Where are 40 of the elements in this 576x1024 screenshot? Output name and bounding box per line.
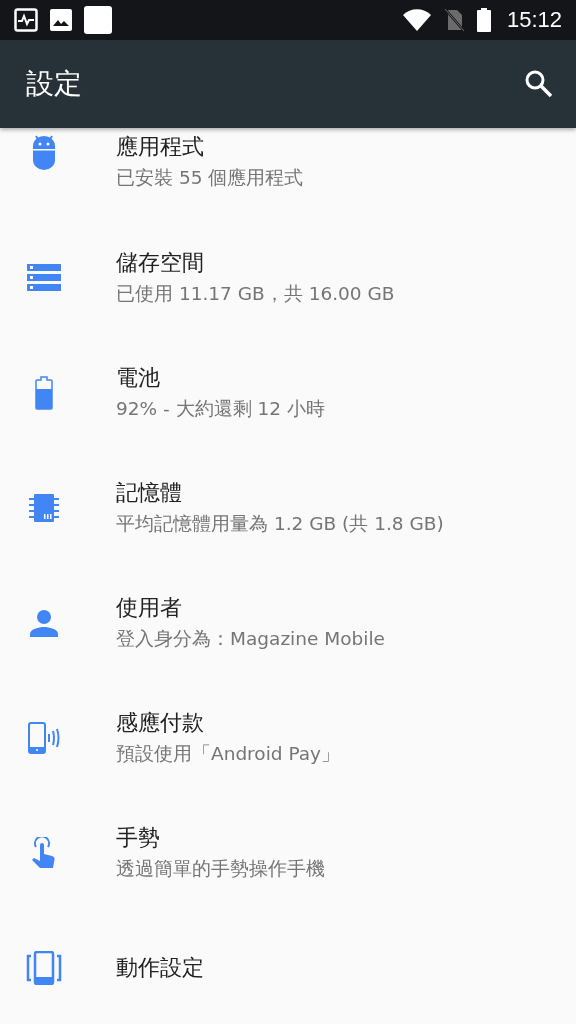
item-summary: 登入身分為：Magazine Mobile: [116, 626, 385, 651]
item-summary: 已使用 11.17 GB，共 16.00 GB: [116, 281, 395, 306]
person-icon: [30, 608, 58, 637]
item-title: 記憶體: [116, 479, 183, 506]
item-title: 感應付款: [116, 709, 205, 736]
item-summary: 已安裝 55 個應用程式: [116, 166, 304, 190]
settings-item[interactable]: 使用者 登入身分為：Magazine Mobile: [0, 565, 576, 680]
settings-item[interactable]: 記憶體 平均記憶體用量為 1.2 GB (共 1.8 GB): [0, 450, 576, 565]
android-icon: [30, 134, 58, 170]
pulse-icon: [14, 8, 38, 32]
settings-item[interactable]: 儲存空間 已使用 11.17 GB，共 16.00 GB: [0, 220, 576, 335]
item-title: 手勢: [116, 824, 161, 851]
item-title: 動作設定: [116, 954, 204, 981]
square-icon: [84, 6, 112, 34]
settings-item[interactable]: 應用程式 已安裝 55 個應用程式: [0, 128, 576, 220]
phone-waves-icon: [28, 721, 60, 754]
item-summary: 透過簡單的手勢操作手機: [116, 856, 325, 881]
battery-icon: [476, 8, 491, 32]
clock-time: 15:12: [506, 7, 562, 33]
item-summary: 預設使用「Android Pay」: [116, 741, 340, 766]
phone-vibrate-icon: [26, 950, 62, 985]
wifi-icon: [402, 9, 431, 31]
item-title: 儲存空間: [116, 249, 205, 276]
image-icon: [50, 9, 72, 31]
storage-icon: [27, 263, 61, 292]
no-sim-icon: [442, 8, 465, 32]
settings-item[interactable]: 動作設定: [0, 910, 576, 1024]
item-title: 應用程式: [116, 134, 205, 160]
settings-item[interactable]: 電池 92% - 大約還剩 12 小時: [0, 335, 576, 450]
item-summary: 92% - 大約還剩 12 小時: [116, 396, 325, 421]
item-title: 電池: [116, 364, 161, 391]
settings-item[interactable]: 手勢 透過簡單的手勢操作手機: [0, 795, 576, 910]
battery-icon: [35, 375, 53, 410]
touch-hand-icon: [31, 836, 57, 869]
settings-item[interactable]: 感應付款 預設使用「Android Pay」: [0, 680, 576, 795]
search-button[interactable]: [524, 69, 554, 99]
screen-title: 設定: [26, 66, 83, 102]
item-summary: 平均記憶體用量為 1.2 GB (共 1.8 GB): [116, 511, 444, 536]
chip-icon: [29, 493, 59, 522]
item-title: 使用者: [116, 594, 183, 621]
